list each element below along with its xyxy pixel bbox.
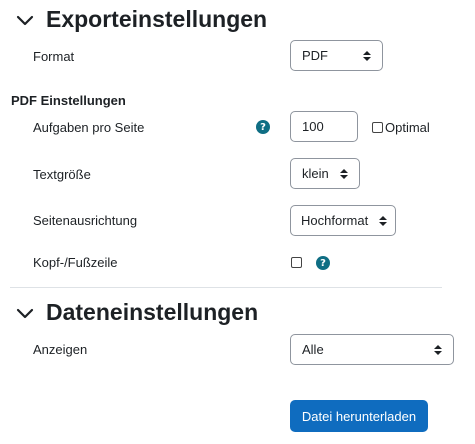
help-icon[interactable]: ? xyxy=(256,120,270,134)
data-settings-header[interactable]: Dateneinstellungen xyxy=(14,299,258,326)
orientation-select[interactable]: Hochformat xyxy=(290,205,396,236)
chevron-down-icon[interactable] xyxy=(14,9,36,31)
data-settings-title: Dateneinstellungen xyxy=(46,299,259,325)
section-divider xyxy=(10,287,442,288)
orientation-select-value: Hochformat xyxy=(301,213,369,228)
orientation-label: Seitenausrichtung xyxy=(33,213,138,228)
header-footer-label: Kopf-/Fußzeile xyxy=(33,255,118,270)
chevron-down-icon[interactable] xyxy=(14,302,36,324)
tasks-per-page-input[interactable]: 100 xyxy=(290,111,358,142)
text-size-label: Textgröße xyxy=(33,167,91,182)
up-down-caret-icon xyxy=(363,50,371,61)
tasks-per-page-label: Aufgaben pro Seite xyxy=(33,120,145,135)
optimal-label[interactable]: Optimal xyxy=(385,120,430,135)
up-down-caret-icon xyxy=(379,215,387,226)
show-select-value: Alle xyxy=(302,342,324,357)
header-footer-checkbox[interactable] xyxy=(291,257,302,268)
optimal-checkbox[interactable] xyxy=(372,122,383,133)
up-down-caret-icon xyxy=(434,344,442,355)
tasks-per-page-value: 100 xyxy=(302,119,324,134)
format-select-value: PDF xyxy=(302,48,328,63)
format-label: Format xyxy=(33,49,75,64)
help-icon[interactable]: ? xyxy=(316,256,330,270)
show-label: Anzeigen xyxy=(33,342,88,357)
text-size-select-value: klein xyxy=(302,166,329,181)
text-size-select[interactable]: klein xyxy=(290,158,360,189)
show-select[interactable]: Alle xyxy=(290,334,454,365)
pdf-settings-subheading: PDF Einstellungen xyxy=(11,93,126,108)
up-down-caret-icon xyxy=(340,168,348,179)
format-select[interactable]: PDF xyxy=(290,40,383,71)
export-settings-header[interactable]: Exporteinstellungen xyxy=(14,6,267,33)
export-settings-title: Exporteinstellungen xyxy=(46,6,268,32)
download-file-button[interactable]: Datei herunterladen xyxy=(290,400,428,432)
